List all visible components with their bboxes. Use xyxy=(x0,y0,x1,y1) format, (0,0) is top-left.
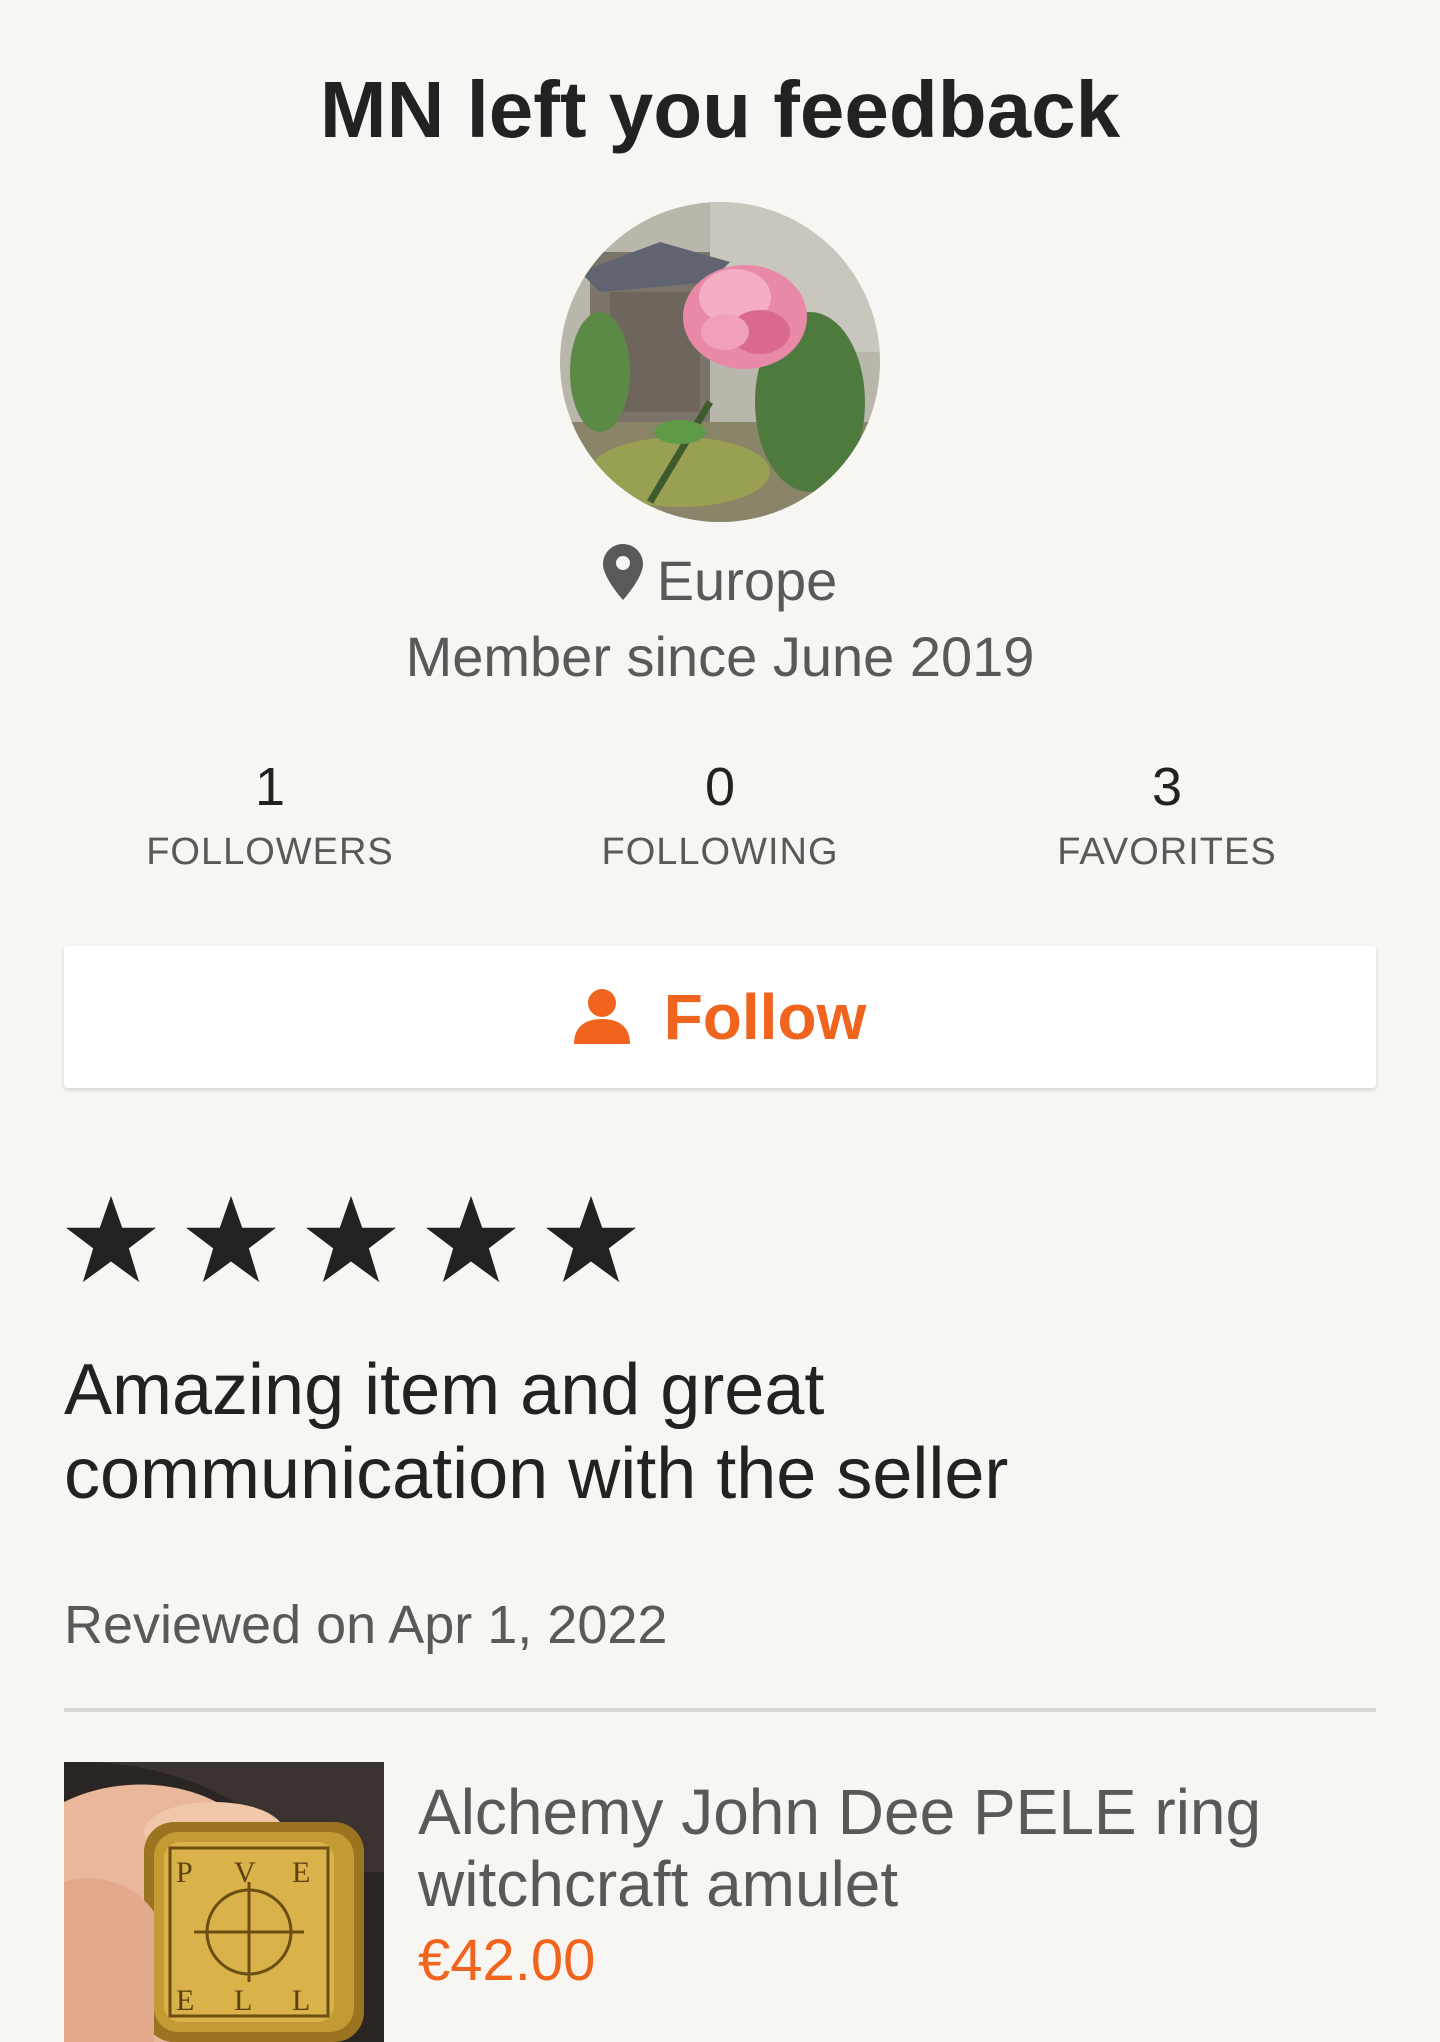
stat-value: 1 xyxy=(254,757,286,817)
page-title: MN left you feedback xyxy=(319,65,1121,154)
listing-image[interactable]: P V E E L L xyxy=(64,1762,384,2042)
stat-label: FAVORITES xyxy=(1057,831,1277,873)
follow-button[interactable]: Follow xyxy=(64,946,1376,1088)
engraving-letter: E xyxy=(176,1984,194,2017)
engraving-letter: V xyxy=(234,1856,256,1889)
follow-label: Follow xyxy=(663,981,867,1053)
star-icon xyxy=(306,1195,396,1283)
stat-followers[interactable]: 1 FOLLOWERS xyxy=(90,752,450,882)
divider xyxy=(64,1708,1376,1712)
stat-favorites[interactable]: 3 FAVORITES xyxy=(987,752,1347,882)
star-icon xyxy=(66,1195,156,1283)
review-text: Amazing item and great communication wit… xyxy=(64,1350,1009,1514)
listing-card[interactable]: P V E E L L Alchemy John Dee PELE ring w… xyxy=(64,1762,1376,2042)
listing-price: €42.00 xyxy=(418,1928,596,1993)
avatar-rose-photo xyxy=(560,202,880,522)
stat-following[interactable]: 0 FOLLOWING xyxy=(540,752,900,882)
engraving-letter: L xyxy=(292,1984,310,2017)
member-since: Member since June 2019 xyxy=(405,625,1035,688)
person-icon xyxy=(573,988,630,1047)
engraving-letter: P xyxy=(176,1856,193,1889)
stat-value: 0 xyxy=(704,757,736,817)
location: Europe xyxy=(0,544,1440,616)
star-icon xyxy=(186,1195,276,1283)
stat-label: FOLLOWERS xyxy=(146,831,394,873)
location-text: Europe xyxy=(656,549,838,612)
star-icon xyxy=(426,1195,516,1283)
avatar[interactable] xyxy=(560,202,880,522)
star-rating xyxy=(64,1194,664,1284)
stat-value: 3 xyxy=(1151,757,1183,817)
listing-title[interactable]: Alchemy John Dee PELE ring witchcraft am… xyxy=(418,1776,1358,1920)
engraving-letter: E xyxy=(292,1856,310,1889)
star-icon xyxy=(546,1195,636,1283)
engraving-letter: L xyxy=(234,1984,252,2017)
location-pin-icon xyxy=(602,544,643,616)
review-date: Reviewed on Apr 1, 2022 xyxy=(64,1595,668,1655)
stat-label: FOLLOWING xyxy=(601,831,839,873)
